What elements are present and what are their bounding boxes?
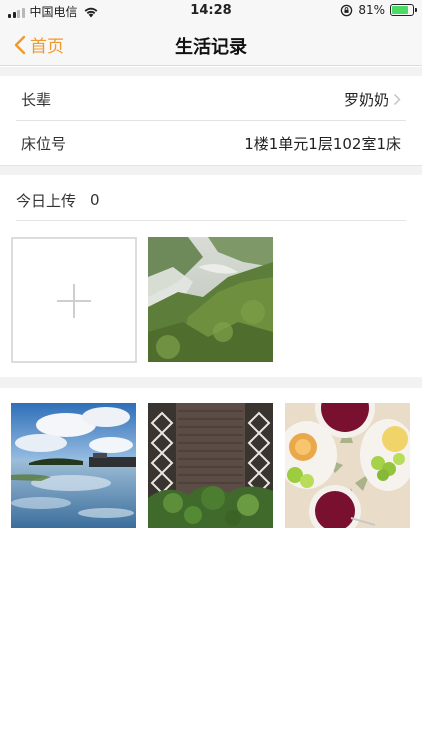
misty-mountain-photo[interactable] xyxy=(148,237,273,362)
today-upload-count: 0 xyxy=(90,191,100,209)
lake-sky-photo[interactable] xyxy=(11,403,136,528)
status-bar: 中国电信 14:28 81% xyxy=(0,0,422,22)
breakfast-table-photo[interactable] xyxy=(285,403,410,528)
status-right: 81% xyxy=(340,3,417,17)
navigation-bar: 首页 生活记录 xyxy=(0,22,422,66)
section-gap xyxy=(0,67,422,76)
today-upload-label: 今日上传 xyxy=(16,191,77,210)
bed-row: 床位号 1楼1单元1层102室1床 xyxy=(0,121,422,165)
elder-value: 罗奶奶 xyxy=(343,90,389,109)
row-divider xyxy=(16,220,406,221)
elder-value-group: 罗奶奶 xyxy=(344,89,401,110)
battery-icon xyxy=(390,4,417,16)
rotation-lock-icon xyxy=(341,4,353,16)
bed-label: 床位号 xyxy=(21,134,67,153)
elder-row[interactable]: 长辈 罗奶奶 xyxy=(0,77,422,121)
add-photo-button[interactable] xyxy=(11,237,137,363)
battery-percent: 81% xyxy=(358,3,385,17)
section-gap xyxy=(0,377,422,388)
elder-label: 长辈 xyxy=(21,90,52,109)
page-title: 生活记录 xyxy=(175,37,247,58)
today-upload-row: 今日上传 0 xyxy=(16,180,100,220)
bed-value: 1楼1单元1层102室1床 xyxy=(244,134,401,153)
garden-wall-photo[interactable] xyxy=(148,403,273,528)
battery-fill xyxy=(392,6,409,14)
chevron-right-icon xyxy=(393,93,401,105)
section-gap xyxy=(0,165,422,175)
